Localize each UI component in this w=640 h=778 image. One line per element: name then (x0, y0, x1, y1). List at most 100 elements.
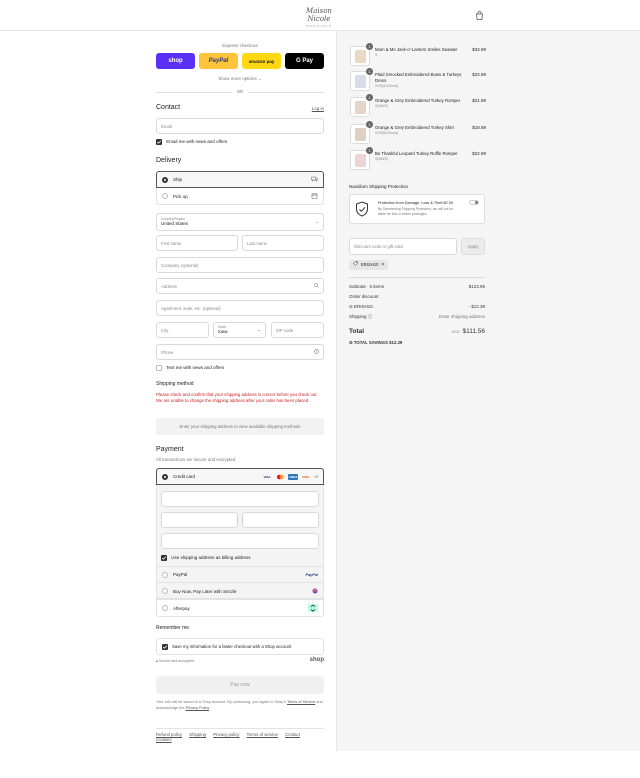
express-checkout-title: Express checkout (222, 43, 258, 48)
pay-now-button[interactable]: Pay now (156, 676, 324, 694)
product-image (355, 128, 366, 141)
checkbox-checked-icon[interactable] (162, 643, 168, 650)
help-icon[interactable]: ? (314, 349, 319, 355)
radio-unselected-icon[interactable] (162, 193, 168, 199)
radio-unselected-icon[interactable] (162, 588, 168, 594)
login-link[interactable]: Log in (312, 106, 324, 111)
total-label: Total (349, 328, 365, 335)
cart-item: 1 Plaid Smocked Embroidered Bows & Turke… (350, 68, 486, 93)
address-field[interactable]: Address (156, 278, 324, 294)
card-expiry-field[interactable] (161, 512, 238, 528)
privacy-policy-link[interactable]: Privacy Policy (186, 706, 209, 710)
toggle-knob (475, 201, 478, 204)
checkbox-checked-icon[interactable] (156, 139, 162, 145)
last-name-placeholder: Last name (247, 240, 268, 246)
terms-of-service-footer-link[interactable]: Terms of service (247, 732, 278, 737)
shipping-link[interactable]: Shipping (189, 732, 206, 737)
product-title: Orange & Grey Embroidered Turkey Romper (375, 98, 461, 103)
text-news-checkbox-row[interactable]: Text me with news and offers (156, 365, 224, 371)
quantity-badge: 1 (366, 121, 373, 128)
city-field[interactable]: City (156, 322, 209, 338)
company-placeholder: Company (optional) (161, 262, 199, 268)
tag-icon: ⊘ (349, 304, 353, 309)
footer-links: Refund policy Shipping Privacy policy Te… (156, 732, 324, 742)
contact-link[interactable]: Contact (285, 732, 300, 737)
protection-toggle[interactable] (469, 200, 479, 205)
paypal-option[interactable]: PayPal PayPal (156, 566, 324, 583)
shipping-method-heading: Shipping method (156, 381, 194, 387)
apply-discount-button[interactable]: Apply (461, 238, 485, 255)
first-name-field[interactable]: First name (156, 235, 238, 251)
payment-subtitle: All transactions are secure and encrypte… (156, 457, 237, 462)
chevron-down-icon: ⌄ (257, 327, 261, 332)
product-price: $22.99 (472, 151, 486, 156)
subtotal-row: Subtotal · 5 items $123.95 (349, 284, 485, 289)
discount-placeholder: Discount code or gift card (354, 244, 403, 249)
savings-value: $12.39 (389, 340, 403, 345)
terms-of-service-link[interactable]: Terms of Service (287, 700, 315, 704)
remember-checkbox-row[interactable]: Save my information for a faster checkou… (156, 638, 324, 655)
product-variant: S (375, 52, 378, 57)
state-select[interactable]: State Iowa ⌄ (213, 322, 266, 338)
country-select[interactable]: Country/Region United States ⌄ (156, 213, 324, 231)
info-icon[interactable]: ⓘ (368, 314, 373, 319)
cart-icon[interactable] (474, 10, 485, 21)
paypal-button[interactable]: PayPal (199, 53, 238, 69)
company-field[interactable]: Company (optional) (156, 257, 324, 273)
phone-placeholder: Phone (161, 349, 174, 355)
chevron-down-icon: ⌄ (315, 219, 319, 224)
radio-unselected-icon[interactable] (162, 605, 168, 611)
apartment-placeholder: Apartment, suite, etc. (optional) (161, 305, 221, 311)
delivery-heading: Delivery (156, 157, 182, 164)
shop-logo: shop (309, 657, 324, 663)
discount-code-field[interactable]: Discount code or gift card (349, 238, 457, 255)
quantity-badge: 1 (366, 68, 373, 75)
email-news-checkbox-row[interactable]: Email me with news and offers (156, 139, 227, 145)
cookies-link[interactable]: Cookies (156, 737, 172, 742)
contact-heading: Contact (156, 104, 181, 111)
logo-sub: BOUTIQUE (306, 24, 332, 28)
checkbox-unchecked-icon[interactable] (156, 365, 162, 371)
zip-placeholder: ZIP code (276, 327, 294, 333)
radio-selected-icon[interactable] (162, 473, 168, 480)
credit-card-option[interactable]: Credit card VISA AMEX DISC +5 (156, 468, 324, 485)
product-name: Plaid Smocked Embroidered Bows & Turkeys… (375, 72, 467, 88)
show-more-options-link[interactable]: Show more options ⌄ (156, 76, 324, 82)
card-name-field[interactable] (161, 533, 319, 549)
product-title: Orange & Grey Embroidered Turkey Shirt (375, 125, 454, 130)
divider (349, 277, 485, 278)
product-image (355, 75, 366, 88)
first-name-placeholder: First name (161, 240, 182, 246)
billing-same-label: Use shipping address as billing address (171, 555, 251, 561)
ship-option[interactable]: Ship (156, 171, 324, 188)
card-cvv-field[interactable] (242, 512, 319, 528)
savings-tag-icon: ⊘ (349, 340, 353, 345)
sezzle-option[interactable]: Buy Now, Pay Later with Sezzle (156, 583, 324, 600)
afterpay-option[interactable]: Afterpay (156, 600, 324, 617)
email-news-label: Email me with news and offers (166, 139, 228, 145)
privacy-policy-footer-link[interactable]: Privacy policy (213, 732, 239, 737)
secure-note: 🔒︎ Secure and encrypted (156, 659, 194, 663)
zip-field[interactable]: ZIP code (271, 322, 324, 338)
card-number-field[interactable] (161, 491, 319, 507)
phone-field[interactable]: Phone ? (156, 344, 324, 360)
truck-icon (311, 176, 318, 183)
radio-selected-icon[interactable] (162, 176, 168, 183)
city-placeholder: City (161, 327, 169, 333)
product-name: Be Thankful Leopard Turkey Ruffle Romper… (375, 151, 467, 162)
amazon-pay-button[interactable]: amazon pay (242, 53, 281, 69)
state-value: Iowa (218, 329, 228, 335)
billing-same-checkbox-row[interactable]: Use shipping address as billing address (161, 555, 251, 561)
remove-discount-icon[interactable]: × (381, 260, 384, 270)
apartment-field[interactable]: Apartment, suite, etc. (optional) (156, 300, 324, 316)
email-field[interactable]: Email (156, 118, 324, 134)
checkbox-checked-icon[interactable] (161, 555, 167, 561)
radio-unselected-icon[interactable] (162, 571, 168, 578)
last-name-field[interactable]: Last name (242, 235, 324, 251)
shop-pay-button[interactable]: shop (156, 53, 195, 69)
pickup-option[interactable]: Pick up (156, 188, 324, 205)
brand-logo[interactable]: Maison Nicole BOUTIQUE (297, 7, 341, 28)
currency-code: USD (451, 330, 460, 334)
product-name: Mom & Me Jack-o'-Lantern Smiles Sweater S (375, 47, 467, 58)
google-pay-button[interactable]: G Pay (285, 53, 324, 69)
